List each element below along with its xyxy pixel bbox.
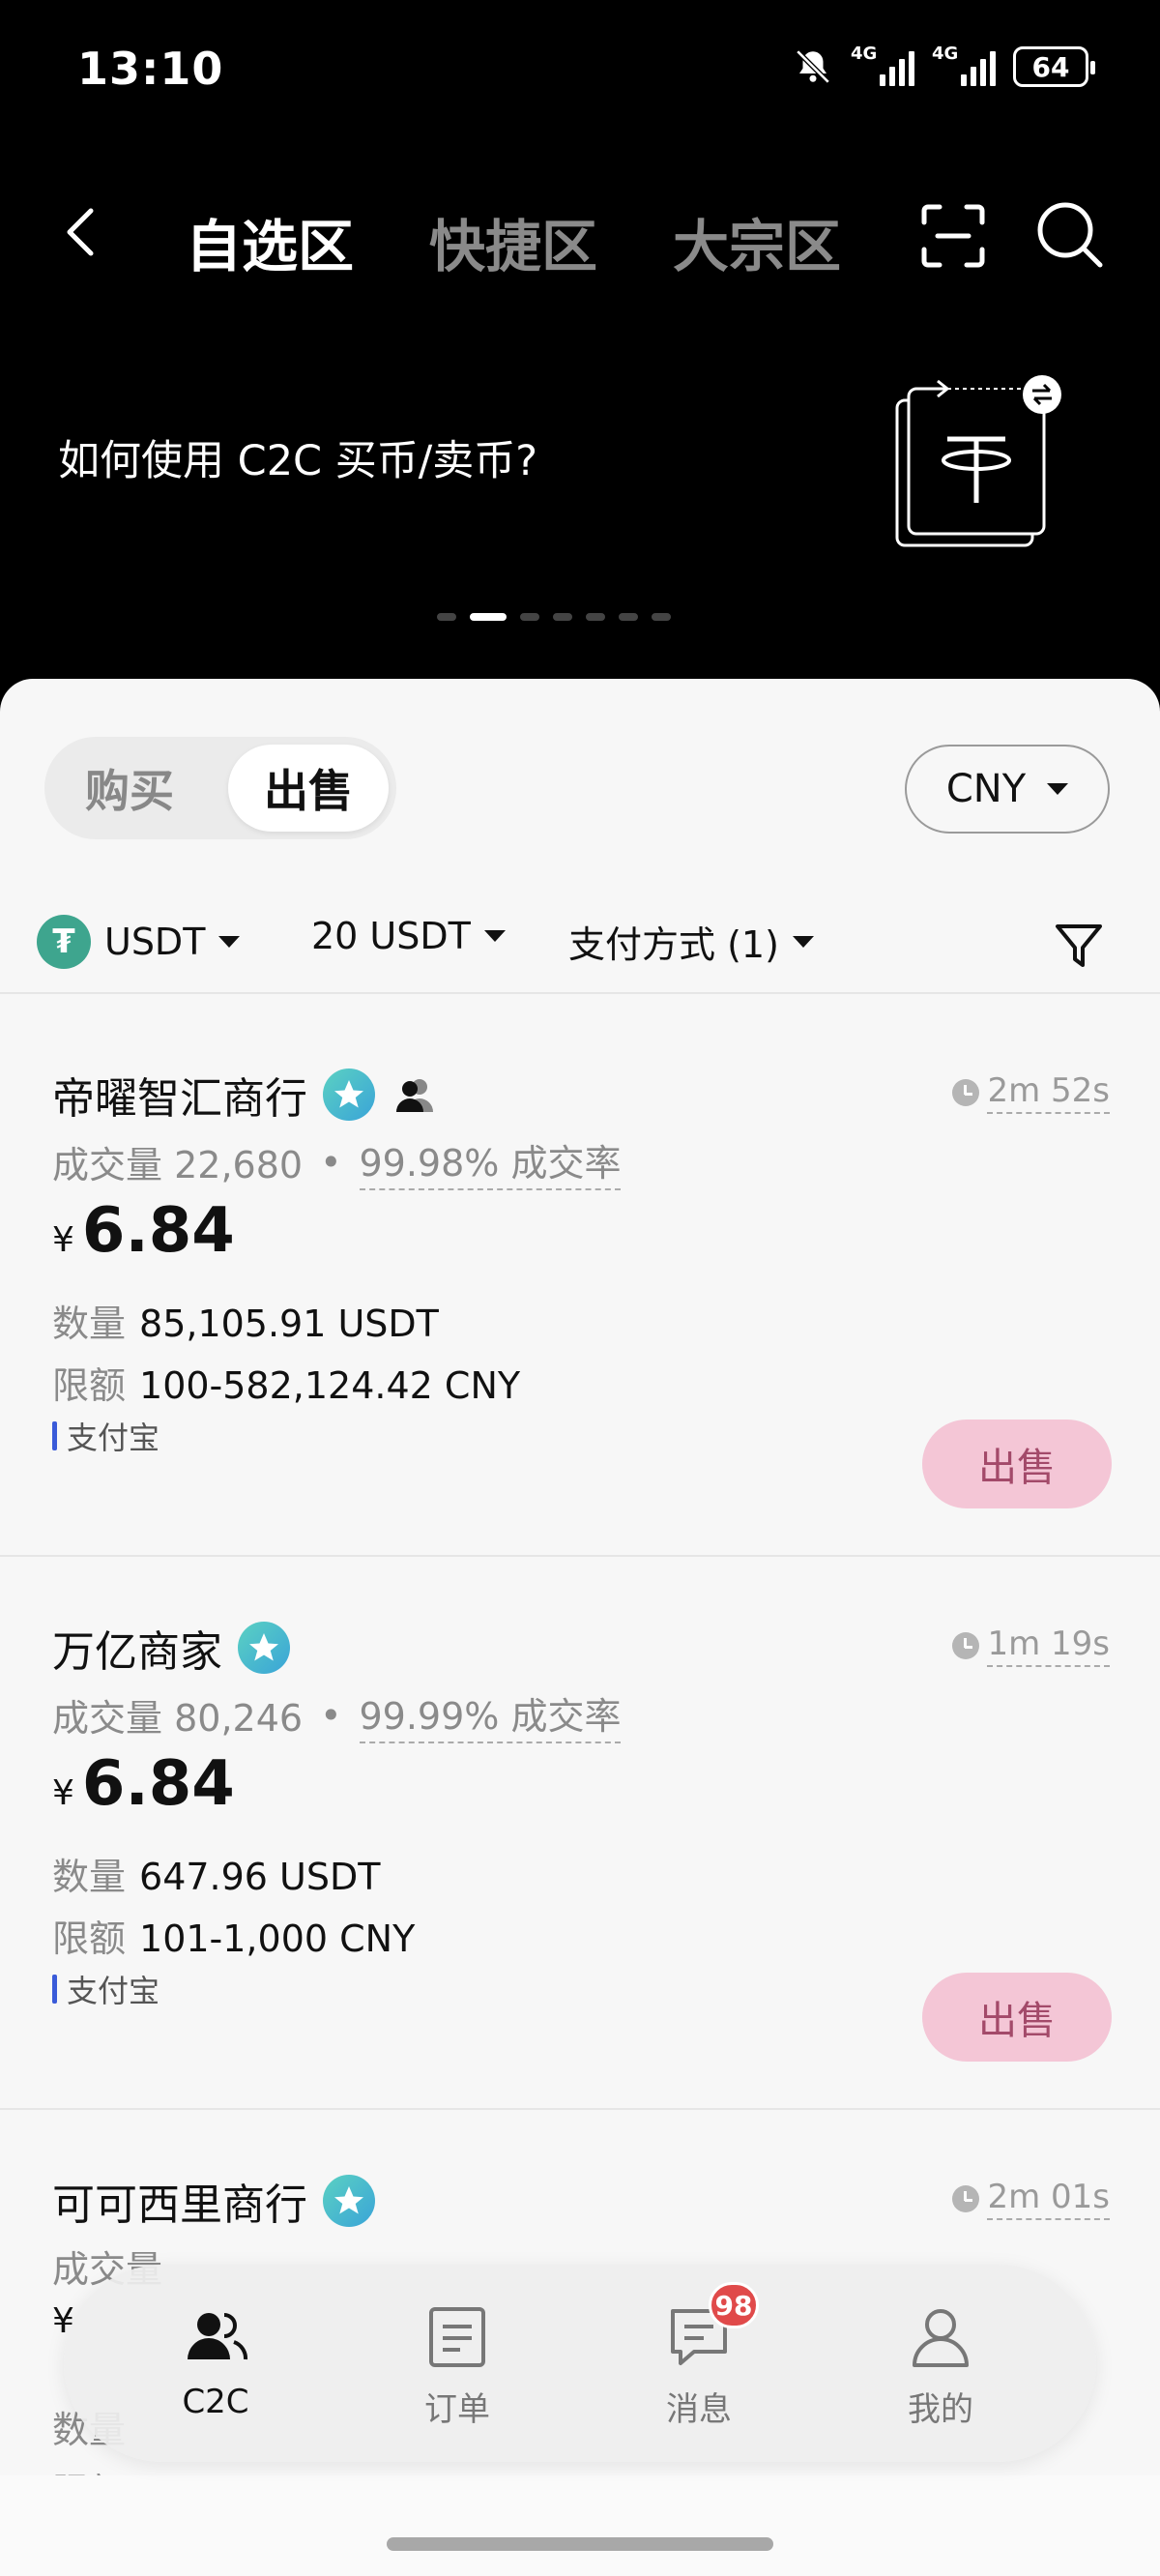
banner-text[interactable]: 如何使用 C2C 买币/卖币? [58,427,537,487]
battery-icon: 64 [1013,46,1095,87]
sell-button[interactable]: 出售 [922,1420,1112,1508]
filter-funnel-icon[interactable] [1054,921,1104,971]
tether-exchange-illustration [895,375,1061,547]
scan-icon[interactable] [918,201,988,271]
merchant-name[interactable]: 万亿商家 [52,1617,222,1679]
page-dot [553,613,572,621]
usdt-coin-icon: ₮ [37,915,91,969]
response-timer: 2m 01s [952,2178,1110,2220]
tab-express[interactable]: 快捷区 [429,201,597,282]
status-icons: 4G 4G 64 [793,44,1095,87]
nav-label: 订单 [424,2390,490,2429]
completion-rate[interactable]: 99.98% 成交率 [359,1133,622,1190]
verified-star-icon [238,1622,290,1674]
clock-icon [952,1632,980,1659]
page-dot [619,613,638,621]
sell-button[interactable]: 出售 [922,1973,1112,2062]
users-icon [188,2313,247,2360]
nav-label: 消息 [666,2390,732,2429]
merchant-stats: 成交量 80,246 • 99.99% 成交率 [52,1686,622,1743]
nav-label: C2C [182,2383,249,2421]
filter-bar: ₮ USDT 20 USDT 支付方式 (1) [0,893,1160,994]
amount-filter[interactable]: 20 USDT [311,915,506,957]
quantity-row: 数量 647.96 USDT [52,1856,381,1898]
response-timer: 2m 52s [952,1071,1110,1114]
document-icon [429,2307,485,2367]
nav-label: 我的 [908,2390,973,2429]
payment-marker [52,1975,57,2004]
merchant-name[interactable]: 可可西里商行 [52,2170,307,2232]
bottom-safe-area [0,2475,1160,2576]
price-value: 6.84 [81,1748,235,1820]
page-dot [437,613,456,621]
unread-badge: 98 [709,2282,759,2328]
nav-orders[interactable]: 订单 [380,2303,535,2430]
currency-selector[interactable]: CNY [905,745,1110,834]
buy-toggle-option[interactable]: 购买 [52,745,207,832]
back-arrow-icon[interactable] [54,203,112,261]
caret-down-icon [483,930,506,942]
coin-filter-label: USDT [104,921,206,963]
payment-filter[interactable]: 支付方式 (1) [568,915,814,968]
caret-down-icon [1047,783,1069,795]
verified-star-icon [323,1068,375,1121]
listing-card[interactable]: 万亿商家 1m 19s 成交量 80,246 • 99.99% 成交率 ¥ 6.… [0,1557,1160,2110]
banner-pagination [437,613,671,621]
page-dot [520,613,539,621]
payment-method: 支付宝 [52,1967,160,2011]
currency-value: CNY [945,767,1027,811]
top-nav: 自选区 快捷区 大宗区 [0,184,1160,290]
merchant-group-icon [396,1079,433,1112]
signal-2-icon: 4G [932,44,996,86]
merchant-name-row: 可可西里商行 [52,2170,375,2232]
tab-favorites[interactable]: 自选区 [186,201,354,282]
amount-filter-label: 20 USDT [311,915,471,957]
clock-icon [952,1079,980,1106]
clock-time: 13:10 [77,43,224,95]
limit-row: 限额 101-1,000 CNY [52,1917,416,1960]
merchant-name[interactable]: 帝曜智汇商行 [52,1064,307,1126]
page-dot-active [470,613,507,621]
sell-toggle-option[interactable]: 出售 [228,745,389,832]
tab-bulk[interactable]: 大宗区 [673,201,841,282]
completion-rate[interactable]: 99.99% 成交率 [359,1686,622,1743]
mute-bell-icon [796,49,830,84]
nav-messages[interactable]: 98 消息 [622,2282,776,2430]
limit-row: 限额 100-582,124.42 CNY [52,1364,521,1407]
verified-star-icon [323,2175,375,2227]
price: ¥ 6.84 [52,1195,235,1267]
payment-marker [52,1421,57,1450]
quantity-row: 数量 85,105.91 USDT [52,1303,439,1345]
caret-down-icon [792,935,814,948]
merchant-name-row: 帝曜智汇商行 [52,1064,437,1126]
status-bar: 13:10 4G 4G 64 [0,0,1160,145]
buy-sell-toggle: 购买 出售 [44,737,396,839]
nav-c2c[interactable]: C2C [138,2303,293,2421]
price: ¥ 6.84 [52,1748,235,1820]
coin-filter[interactable]: ₮ USDT [37,915,241,969]
user-icon [913,2309,969,2367]
payment-filter-label: 支付方式 (1) [568,923,779,966]
payment-method: 支付宝 [52,1414,160,1458]
signal-1-icon: 4G [851,44,914,86]
page-dot [586,613,605,621]
search-icon[interactable] [1032,197,1106,271]
merchant-stats: 成交量 22,680 • 99.98% 成交率 [52,1133,622,1190]
response-timer: 1m 19s [952,1625,1110,1667]
price-value: 6.84 [81,1195,235,1267]
page-dot [652,613,671,621]
nav-profile[interactable]: 我的 [863,2303,1018,2430]
listing-card[interactable]: 帝曜智汇商行 2m 52s 成交量 22,680 • 99.98% 成交率 ¥ … [0,1004,1160,1557]
merchant-name-row: 万亿商家 [52,1617,290,1679]
clock-icon [952,2185,980,2212]
bottom-nav: C2C 订单 98 消息 我的 [64,2265,1096,2462]
caret-down-icon [218,936,241,948]
home-indicator[interactable] [387,2537,773,2551]
